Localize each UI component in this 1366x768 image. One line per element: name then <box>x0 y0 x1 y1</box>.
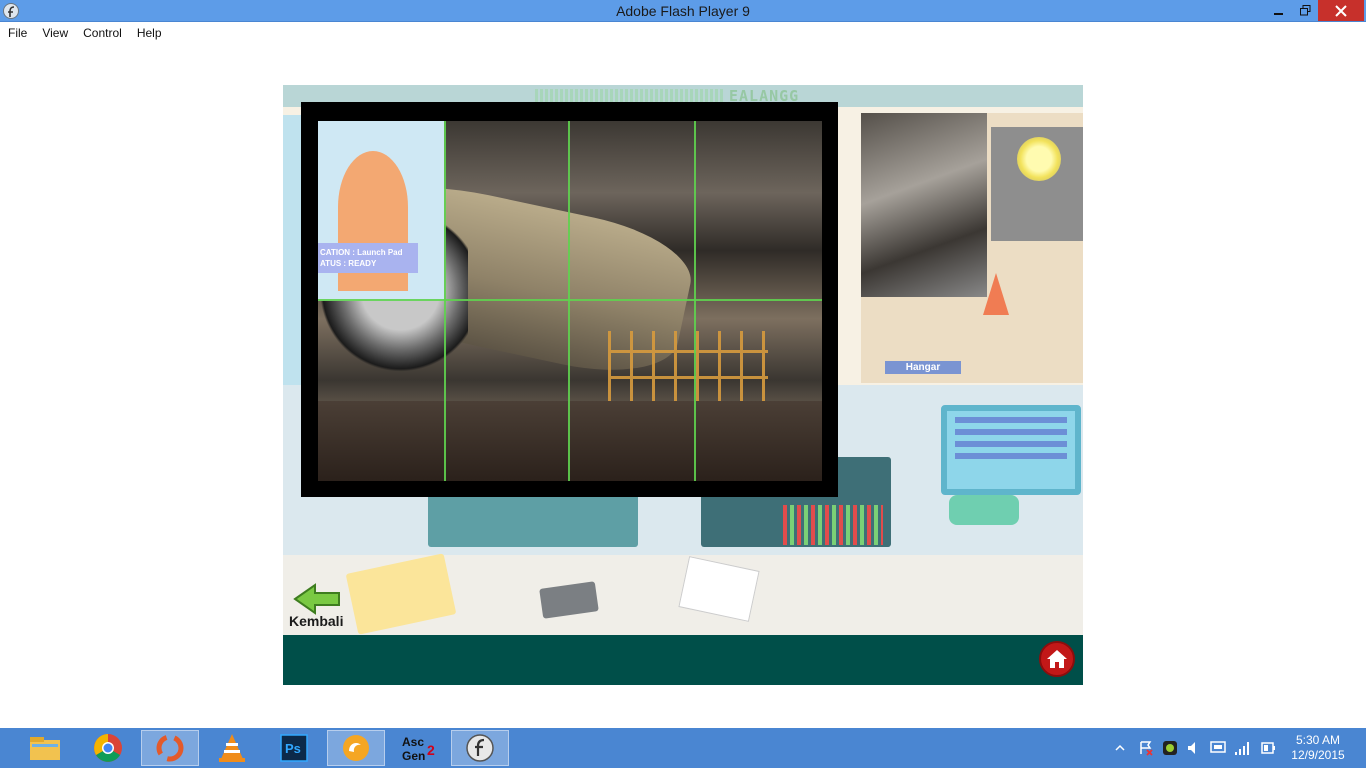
vlc-icon <box>219 734 245 762</box>
hangar-label: Hangar <box>885 361 961 374</box>
close-button[interactable] <box>1318 0 1364 21</box>
home-icon <box>1047 650 1067 668</box>
bottom-bar <box>283 635 1083 685</box>
svg-text:Gen: Gen <box>402 749 425 763</box>
clock-time: 5:30 AM <box>1295 733 1341 747</box>
back-arrow-icon <box>293 583 340 615</box>
header-dots <box>535 89 725 102</box>
menu-control[interactable]: Control <box>83 26 122 40</box>
file-explorer-icon <box>30 737 60 760</box>
file-explorer-button[interactable] <box>16 730 74 766</box>
puzzle-board[interactable]: CATION : Launch Pad ATUS : READY <box>318 121 822 481</box>
ring-app-button[interactable] <box>141 730 199 766</box>
menu-bar: File View Control Help <box>0 22 1366 43</box>
action-center-flag-icon[interactable] <box>1138 740 1154 756</box>
svg-text:Asc: Asc <box>402 735 424 749</box>
clock-date: 12/9/2015 <box>1291 748 1345 762</box>
app-ring-icon <box>156 734 184 762</box>
chrome-icon <box>94 734 122 762</box>
back-label: Kembali <box>289 613 344 629</box>
home-button[interactable] <box>1039 641 1075 677</box>
sun-illustration <box>1017 137 1061 181</box>
back-button[interactable]: Kembali <box>287 581 351 631</box>
volume-icon[interactable] <box>1186 740 1202 756</box>
piece-border <box>568 121 570 481</box>
hangar-floor <box>318 401 822 481</box>
system-tray <box>1114 728 1276 768</box>
svg-text:2: 2 <box>427 742 435 758</box>
taskbar: Ps Asc Gen 2 5:30 AM 12/9/2015 <box>0 728 1366 768</box>
monitor-screen <box>941 405 1081 495</box>
show-hidden-icons-icon[interactable] <box>1114 742 1126 754</box>
menu-help[interactable]: Help <box>137 26 162 40</box>
restore-icon <box>1299 5 1310 16</box>
chrome-button[interactable] <box>79 730 137 766</box>
menu-view[interactable]: View <box>42 26 68 40</box>
minimize-button[interactable] <box>1266 0 1292 21</box>
space-scene <box>991 127 1083 241</box>
uc-browser-icon <box>343 735 369 761</box>
battery-icon[interactable] <box>1260 740 1276 756</box>
minimize-icon <box>1274 12 1283 15</box>
puzzle-piece-misplaced[interactable]: CATION : Launch Pad ATUS : READY <box>318 121 444 301</box>
photoshop-button[interactable]: Ps <box>265 730 323 766</box>
equalizer-bars <box>783 505 883 545</box>
piece-border <box>694 121 696 481</box>
vlc-button[interactable] <box>203 730 261 766</box>
ascgen-button[interactable]: Asc Gen 2 <box>389 730 447 766</box>
window-title: Adobe Flash Player 9 <box>616 3 750 19</box>
telephone-illustration <box>949 495 1019 525</box>
ascgen-icon: AscGen 2 <box>402 735 435 763</box>
close-icon <box>1335 4 1347 17</box>
photoshop-icon: Ps <box>280 734 308 762</box>
restore-button[interactable] <box>1292 0 1318 21</box>
launchpad-info-box: CATION : Launch Pad ATUS : READY <box>318 243 418 273</box>
network-signal-icon[interactable] <box>1234 740 1252 756</box>
window-titlebar: Adobe Flash Player 9 <box>0 0 1366 22</box>
display-icon[interactable] <box>1210 740 1226 756</box>
piece-border <box>318 299 822 301</box>
app-tray-icon[interactable] <box>1162 740 1178 756</box>
hangar-photo-piece <box>861 113 987 297</box>
piece-border <box>444 121 446 481</box>
menu-file[interactable]: File <box>8 26 27 40</box>
info-line-location: CATION : Launch Pad <box>320 248 403 257</box>
photoshop-label: Ps <box>285 741 301 756</box>
uc-browser-button[interactable] <box>327 730 385 766</box>
taskbar-clock[interactable]: 5:30 AM 12/9/2015 <box>1280 733 1356 763</box>
info-line-status: ATUS : READY <box>320 259 377 268</box>
flash-player-button[interactable] <box>451 730 509 766</box>
flash-player-icon <box>466 734 494 762</box>
